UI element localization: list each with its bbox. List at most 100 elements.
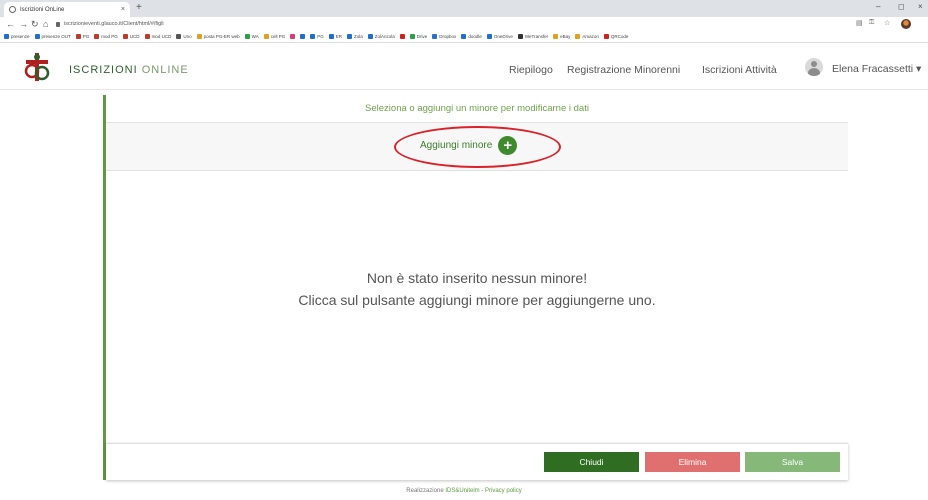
- panel-title: Seleziona o aggiungi un minore per modif…: [365, 103, 589, 114]
- url-text: iscrizionieventi.glauco.it/Client/html/#…: [64, 21, 164, 27]
- bookmark-label: QRCode: [610, 34, 629, 39]
- company-link[interactable]: IDS&Unitelm: [445, 488, 479, 494]
- bookmark-item[interactable]: Zola: [347, 34, 363, 39]
- bookmark-label: PG: [317, 34, 324, 39]
- star-icon[interactable]: ☆: [884, 19, 890, 27]
- bookmark-item[interactable]: PG: [310, 34, 324, 39]
- page-body: Seleziona o aggiungi un minore per modif…: [0, 91, 928, 500]
- globe-icon: [9, 6, 16, 13]
- browser-tab[interactable]: Iscrizioni OnLine ×: [4, 2, 130, 17]
- bookmark-item[interactable]: cell PG: [263, 34, 286, 39]
- bookmark-item[interactable]: [399, 34, 405, 39]
- bookmarks-bar: presenze presenze OUT PG mod PG UCD mod UCD Un…: [0, 31, 928, 43]
- user-avatar[interactable]: [805, 58, 823, 76]
- add-minor-row: Aggiungi minore +: [106, 123, 848, 171]
- translate-icon[interactable]: ▤: [856, 19, 863, 27]
- bookmark-item[interactable]: PG: [75, 34, 89, 39]
- bookmark-item[interactable]: doodle: [461, 34, 482, 39]
- bookmark-item[interactable]: UCD: [122, 34, 140, 39]
- user-menu[interactable]: Elena Fracassetti ▾: [832, 63, 921, 75]
- bookmark-icon: [461, 34, 467, 39]
- bookmark-icon: [244, 34, 250, 39]
- new-tab-button[interactable]: +: [136, 2, 142, 14]
- close-button[interactable]: Chiudi: [544, 452, 639, 472]
- brand-light: ONLINE: [137, 64, 189, 76]
- bookmark-item[interactable]: posta PG-ER web: [196, 34, 240, 39]
- bookmark-label: presenze: [11, 34, 30, 39]
- key-icon[interactable]: ⚿: [869, 19, 874, 27]
- bookmark-icon: [553, 34, 559, 39]
- bookmark-icon: [486, 34, 492, 39]
- empty-state-message: Non è stato inserito nessun minore! Clic…: [106, 267, 848, 311]
- bookmark-icon: [310, 34, 316, 39]
- add-minor-label: Aggiungi minore: [420, 140, 493, 151]
- bookmark-label: WA: [251, 34, 259, 39]
- bookmark-item[interactable]: Dropbox: [432, 34, 456, 39]
- bookmark-item[interactable]: mod UCD: [144, 34, 172, 39]
- bookmark-label: cell PG: [270, 34, 286, 39]
- plus-icon[interactable]: +: [498, 136, 518, 155]
- bookmark-icon: [603, 34, 609, 39]
- privacy-policy-link[interactable]: Privacy policy: [485, 488, 522, 494]
- bookmark-icon: [409, 34, 415, 39]
- minors-panel: Seleziona o aggiungi un minore per modif…: [103, 95, 848, 480]
- minimize-icon[interactable]: –: [876, 2, 880, 11]
- bookmark-icon: [290, 34, 296, 39]
- url-field[interactable]: iscrizionieventi.glauco.it/Client/html/#…: [56, 19, 836, 29]
- nav-riepilogo[interactable]: Riepilogo: [509, 64, 553, 76]
- window-close-icon[interactable]: ×: [918, 2, 923, 11]
- bookmark-icon: [300, 34, 306, 39]
- bookmark-label: mod PG: [101, 34, 118, 39]
- bookmark-icon: [144, 34, 150, 39]
- bookmark-item[interactable]: presenze: [4, 34, 30, 39]
- nav-registrazione-minorenni[interactable]: Registrazione Minorenni: [567, 64, 680, 76]
- tab-title: Iscrizioni OnLine: [20, 6, 65, 13]
- bookmark-label: eBay: [560, 34, 571, 39]
- bookmark-item[interactable]: mod PG: [94, 34, 118, 39]
- bookmark-item[interactable]: WeTransfer: [517, 34, 548, 39]
- bookmark-icon: [575, 34, 581, 39]
- logo-icon: [24, 53, 50, 81]
- back-icon[interactable]: ←: [6, 18, 15, 30]
- bookmark-label: mod UCD: [151, 34, 172, 39]
- bookmark-item[interactable]: presenze OUT: [34, 34, 71, 39]
- bookmark-icon: [176, 34, 182, 39]
- bookmark-icon: [328, 34, 334, 39]
- bookmark-item[interactable]: [300, 34, 306, 39]
- action-bar: Chiudi Elimina Salva: [106, 443, 848, 480]
- bookmark-label: Drive: [416, 34, 428, 39]
- empty-state-line-2: Clicca sul pulsante aggiungi minore per …: [298, 292, 656, 308]
- bookmark-item[interactable]: Drive: [409, 34, 428, 39]
- bookmark-icon: [4, 34, 9, 39]
- bookmark-item[interactable]: ZolAnzola: [367, 34, 395, 39]
- bookmark-label: Amazon: [582, 34, 599, 39]
- bookmark-label: ER: [335, 34, 342, 39]
- app-brand[interactable]: ISCRIZIONI ONLINE: [69, 64, 189, 76]
- bookmark-icon: [34, 34, 40, 39]
- bookmark-item[interactable]: WA: [244, 34, 259, 39]
- bookmark-icon: [432, 34, 438, 39]
- address-bar: ← → ↻ ⌂ iscrizionieventi.glauco.it/Clien…: [0, 17, 928, 31]
- bookmark-icon: [367, 34, 373, 39]
- brand-bold: ISCRIZIONI: [69, 64, 138, 76]
- tab-close-icon[interactable]: ×: [121, 6, 125, 13]
- bookmark-item[interactable]: OneDrive: [486, 34, 513, 39]
- reload-icon[interactable]: ↻: [31, 18, 39, 30]
- bookmark-icon: [75, 34, 81, 39]
- bookmark-item[interactable]: ER: [328, 34, 342, 39]
- bookmark-item[interactable]: eBay: [553, 34, 570, 39]
- bookmark-item[interactable]: Amazon: [575, 34, 599, 39]
- forward-icon[interactable]: →: [19, 18, 28, 30]
- home-icon[interactable]: ⌂: [43, 18, 48, 30]
- nav-iscrizioni-attivita[interactable]: Iscrizioni Attività: [702, 64, 777, 76]
- app-header: ISCRIZIONI ONLINE Riepilogo Registrazion…: [0, 44, 928, 90]
- bookmark-item[interactable]: QRCode: [603, 34, 629, 39]
- maximize-icon[interactable]: ◻: [898, 2, 905, 11]
- bookmark-item[interactable]: [290, 34, 296, 39]
- save-button[interactable]: Salva: [745, 452, 840, 472]
- add-minor-button[interactable]: Aggiungi minore +: [420, 136, 518, 155]
- bookmark-label: presenze OUT: [41, 34, 71, 39]
- profile-avatar[interactable]: [901, 19, 911, 29]
- delete-button[interactable]: Elimina: [645, 452, 740, 472]
- bookmark-item[interactable]: Uno: [176, 34, 192, 39]
